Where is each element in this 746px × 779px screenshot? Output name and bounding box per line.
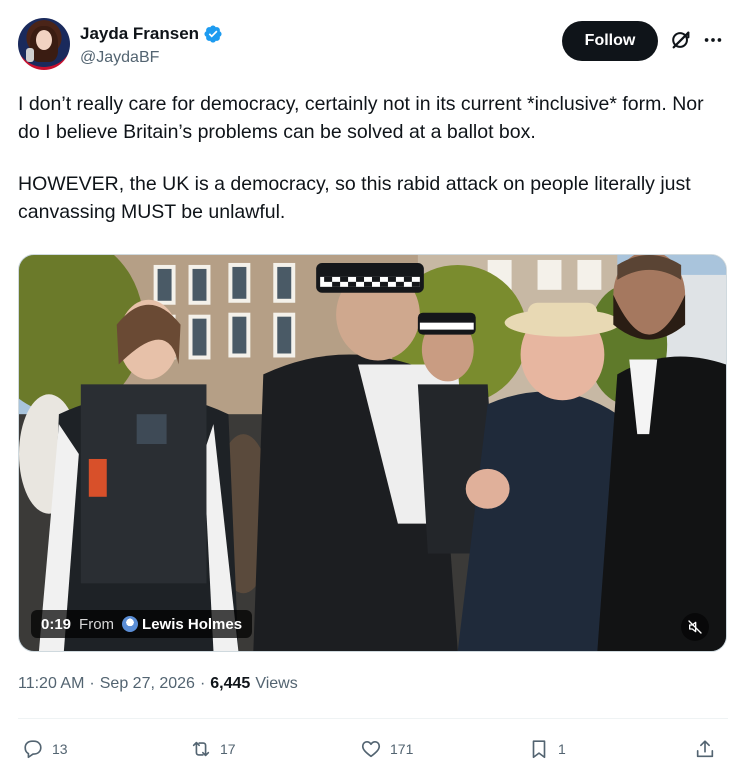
share-icon (696, 740, 714, 758)
video-source[interactable]: Lewis Holmes (122, 616, 242, 633)
tweet-date[interactable]: Sep 27, 2026 (100, 675, 195, 693)
bookmark-icon (532, 740, 546, 759)
video-frame-image (19, 255, 726, 651)
meta-separator-2: · (199, 675, 206, 692)
tweet-text: I don’t really care for democracy, certa… (18, 90, 728, 226)
meta-separator: · (89, 675, 95, 692)
verified-badge-icon (204, 25, 222, 43)
video-time-badge: 0:19 From Lewis Holmes (31, 610, 253, 638)
bookmark-button[interactable]: 1 (528, 734, 566, 764)
author-handle[interactable]: @JaydaBF (80, 49, 223, 67)
reply-count: 13 (52, 741, 68, 757)
tweet-paragraph-1: I don’t really care for democracy, certa… (18, 93, 704, 143)
author-avatar[interactable] (18, 18, 70, 70)
heart-icon (361, 741, 381, 758)
author-display-name[interactable]: Jayda Fransen (80, 24, 199, 44)
video-from-label: From (79, 615, 115, 633)
muted-speaker-icon (688, 620, 702, 634)
video-player[interactable]: 0:19 From Lewis Holmes (18, 254, 727, 652)
repost-icon (192, 741, 210, 757)
tweet-actions-bar: 13 17 171 1 (18, 734, 728, 764)
more-options-icon[interactable] (702, 29, 724, 51)
source-avatar-icon (122, 616, 139, 632)
views-label: Views (255, 675, 298, 692)
tweet-meta: 11:20 AM · Sep 27, 2026 · 6,445 Views (18, 675, 298, 693)
mute-button[interactable] (681, 613, 709, 641)
bookmark-count: 1 (558, 741, 566, 757)
share-button[interactable] (694, 734, 716, 764)
repost-count: 17 (220, 741, 236, 757)
tweet-header: Jayda Fransen @JaydaBF Follow (18, 18, 728, 74)
like-button[interactable]: 171 (360, 734, 413, 764)
reply-button[interactable]: 13 (22, 734, 68, 764)
author-display-name-row[interactable]: Jayda Fransen (80, 24, 223, 44)
video-duration: 0:19 (41, 615, 72, 633)
repost-button[interactable]: 17 (190, 734, 236, 764)
actions-divider (18, 718, 728, 719)
author-name-block: Jayda Fransen @JaydaBF (80, 24, 223, 67)
tweet-time[interactable]: 11:20 AM (18, 675, 84, 693)
tweet-paragraph-2: HOWEVER, the UK is a democracy, so this … (18, 173, 691, 223)
follow-button[interactable]: Follow (562, 21, 658, 61)
video-source-name[interactable]: Lewis Holmes (142, 616, 242, 633)
grok-icon[interactable] (670, 29, 692, 51)
reply-icon (24, 740, 42, 759)
like-count: 171 (390, 741, 414, 757)
views-count: 6,445 (210, 675, 251, 692)
